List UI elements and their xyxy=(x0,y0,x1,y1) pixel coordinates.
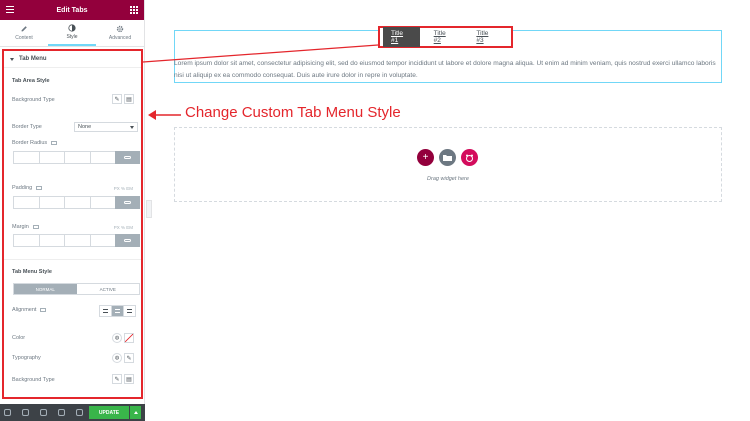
annotation-line-top xyxy=(142,44,379,63)
arrow-left-icon xyxy=(148,110,156,120)
annotation-arrows xyxy=(142,44,379,120)
annotation-text: Change Custom Tab Menu Style xyxy=(185,104,401,121)
editor-screen: Edit Tabs Content Style Advanced Tab Men… xyxy=(0,0,750,421)
